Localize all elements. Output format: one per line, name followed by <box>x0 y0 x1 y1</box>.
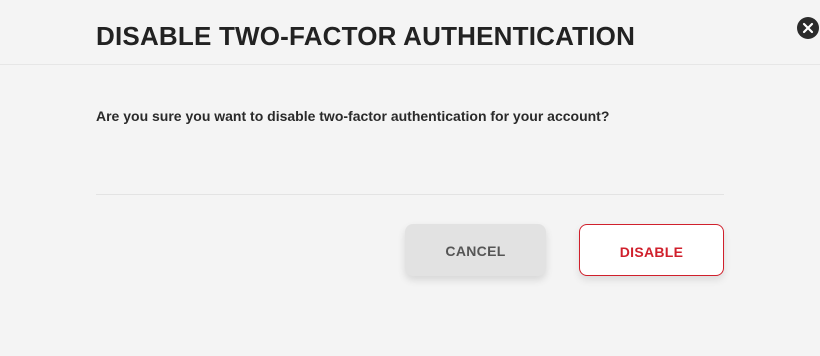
disable-2fa-dialog: DISABLE TWO-FACTOR AUTHENTICATION Are yo… <box>0 0 820 356</box>
close-button[interactable] <box>797 17 819 39</box>
cancel-button[interactable]: CANCEL <box>405 224 546 276</box>
dialog-header: DISABLE TWO-FACTOR AUTHENTICATION <box>0 0 820 65</box>
dialog-title: DISABLE TWO-FACTOR AUTHENTICATION <box>96 21 636 51</box>
confirmation-message: Are you sure you want to disable two-fac… <box>96 108 610 124</box>
footer-divider <box>96 194 724 195</box>
close-icon <box>802 22 814 34</box>
disable-button[interactable]: DISABLE <box>579 224 724 276</box>
